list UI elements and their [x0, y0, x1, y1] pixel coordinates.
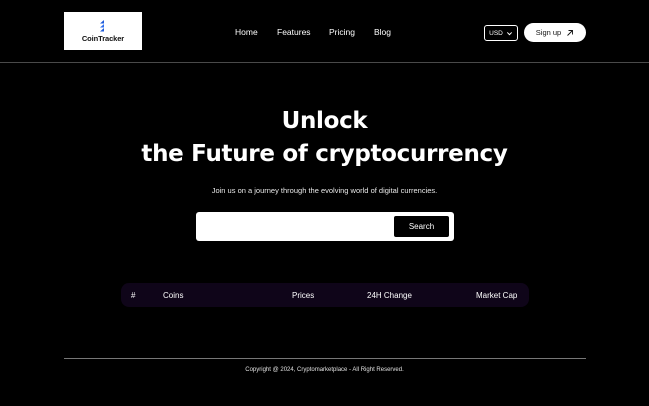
hero-subtitle: Join us on a journey through the evolvin… — [211, 186, 438, 195]
column-header-coins: Coins — [163, 291, 184, 300]
market-table-header: # Coins Prices 24H Change Market Cap — [121, 283, 529, 307]
column-header-prices: Prices — [292, 291, 315, 300]
search-button[interactable]: Search — [394, 216, 449, 237]
signup-button[interactable]: Sign up — [524, 23, 586, 42]
hero-title-line2: the Future of cryptocurrency — [141, 141, 508, 167]
currency-value: USD — [489, 29, 503, 37]
search-input[interactable] — [202, 217, 390, 236]
column-header-24h-change: 24H Change — [367, 291, 412, 300]
nav-home-link[interactable]: Home — [235, 27, 258, 37]
nav-pricing-link[interactable]: Pricing — [329, 27, 355, 37]
signup-label: Sign up — [535, 28, 562, 37]
arrow-up-right-icon — [567, 29, 574, 36]
nav-features-link[interactable]: Features — [277, 27, 311, 37]
chevron-down-icon — [506, 31, 512, 35]
column-header-rank: # — [131, 291, 136, 300]
hero-title-line1: Unlock — [281, 108, 368, 134]
nav-blog-link[interactable]: Blog — [374, 27, 391, 37]
column-header-market-cap: Market Cap — [476, 291, 518, 300]
currency-select[interactable]: USD — [484, 25, 518, 41]
page-frame: CoinTracker Home Features Pricing Blog U… — [0, 0, 649, 406]
navbar: CoinTracker Home Features Pricing Blog U… — [0, 0, 649, 63]
footer-copyright: Copyright @ 2024, Cryptomarketplace - Al… — [245, 367, 404, 373]
footer-divider — [64, 358, 586, 359]
